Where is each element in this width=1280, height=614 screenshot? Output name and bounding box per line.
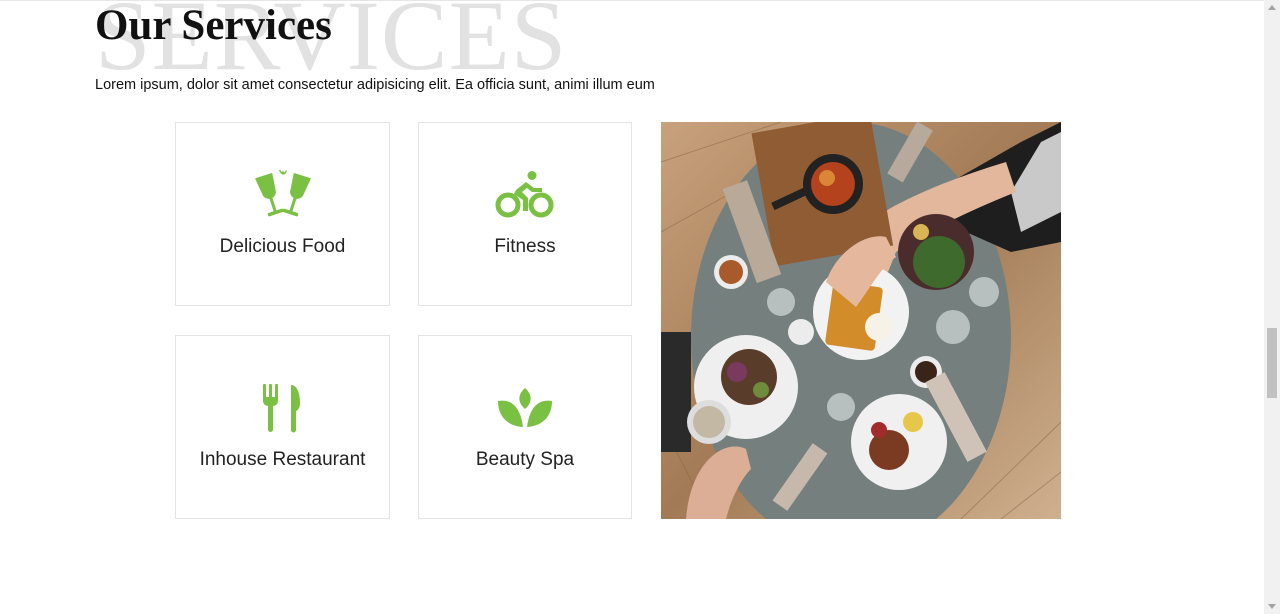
- service-label: Beauty Spa: [475, 449, 575, 470]
- lotus-leaf-icon: [493, 382, 557, 434]
- food-table-photo: [661, 122, 1061, 519]
- scroll-down-arrow-icon[interactable]: [1268, 604, 1276, 609]
- section-description: Lorem ipsum, dolor sit amet consectetur …: [95, 77, 655, 93]
- cheers-glasses-icon: [251, 169, 315, 221]
- service-card-inhouse-restaurant[interactable]: Inhouse Restaurant: [175, 335, 390, 519]
- service-label: Fitness: [494, 236, 556, 257]
- scroll-up-arrow-icon[interactable]: [1268, 5, 1276, 10]
- section-header: SERVICES Our Services: [95, 0, 795, 76]
- fork-knife-icon: [251, 382, 315, 434]
- service-card-delicious-food[interactable]: Delicious Food: [175, 122, 390, 306]
- bicycle-rider-icon: [493, 169, 557, 221]
- service-label: Delicious Food: [219, 236, 346, 257]
- scrollbar-thumb[interactable]: [1267, 328, 1277, 398]
- service-card-fitness[interactable]: Fitness: [418, 122, 632, 306]
- section-title: Our Services: [95, 2, 332, 49]
- page-scrollbar[interactable]: [1264, 0, 1280, 614]
- service-card-beauty-spa[interactable]: Beauty Spa: [418, 335, 632, 519]
- service-label: Inhouse Restaurant: [199, 449, 366, 470]
